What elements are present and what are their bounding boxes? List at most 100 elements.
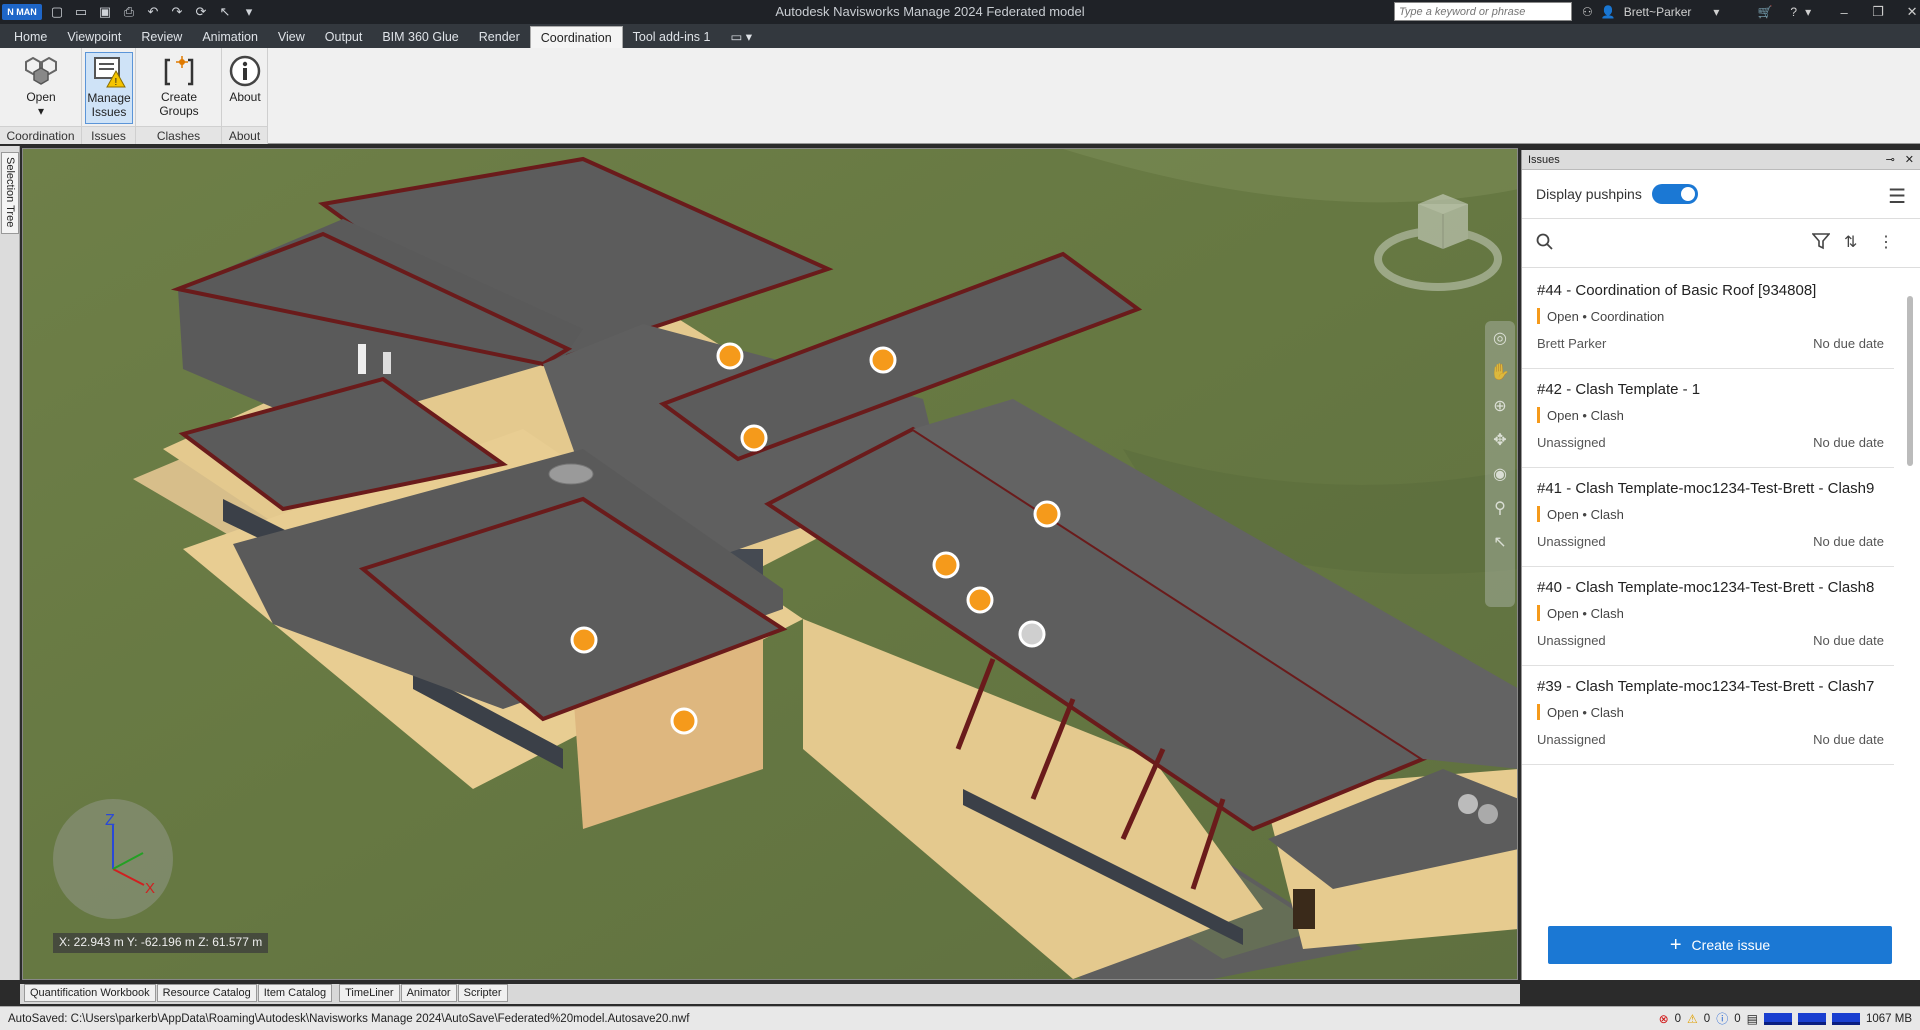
scrollbar-thumb[interactable] [1907,296,1913,466]
3d-viewport[interactable]: Z X ◎ ✋ ⊕ ✥ ◉ ⚲ ↖ X: 22.943 m Y: -62.196… [22,148,1518,980]
tab-timeliner[interactable]: TimeLiner [339,984,400,1002]
pencil-progress-icon [1763,1012,1792,1025]
tab-scripter[interactable]: Scripter [457,984,508,1002]
user-name[interactable]: Brett~Parker [1624,5,1692,19]
issue-pushpin[interactable] [966,586,994,614]
tab-review[interactable]: Review [131,26,192,48]
issue-pushpin[interactable] [670,707,698,735]
restore-button[interactable]: ❐ [1865,4,1891,20]
web-server-progress-icon [1831,1012,1860,1025]
tab-resource-catalog[interactable]: Resource Catalog [156,984,257,1002]
steering-wheel-icon[interactable]: ◎ [1485,321,1515,355]
issue-card[interactable]: #39 - Clash Template-moc1234-Test-Brett … [1522,666,1894,765]
create-groups-button[interactable]: Create Groups [140,52,218,124]
minimize-button[interactable]: – [1831,5,1857,20]
issue-card[interactable]: #41 - Clash Template-moc1234-Test-Brett … [1522,468,1894,567]
selection-tree-label: Selection Tree [4,157,16,228]
manage-issues-button[interactable]: ! Manage Issues [85,52,133,124]
warning-icon[interactable]: ⚠ [1687,1012,1698,1026]
title-right-tools: ⚇ 👤 Brett~Parker ▾ 🛒 ? ▾ – ❐ ✕ [1582,0,1920,24]
info-status-icon[interactable]: ⓘ [1716,1010,1728,1027]
tab-tool-addins[interactable]: Tool add-ins 1 [623,26,721,48]
issue-meta: Unassigned No due date [1537,534,1894,566]
tab-view[interactable]: View [268,26,315,48]
help-dropdown-icon[interactable]: ▾ [1805,5,1811,19]
issue-pushpin[interactable] [740,424,768,452]
refresh-icon[interactable]: ⟳ [192,4,210,20]
customize-dropdown-icon[interactable]: ▾ [240,4,258,20]
binoculars-icon[interactable]: ⚇ [1582,5,1593,19]
status-bar: AutoSaved: C:\Users\parkerb\AppData\Roam… [0,1006,1920,1030]
info-count: 0 [1734,1012,1741,1025]
issue-assignee: Unassigned [1537,633,1606,648]
manage-issues-icon: ! [90,53,128,91]
tab-animator[interactable]: Animator [400,984,457,1002]
issue-card[interactable]: #44 - Coordination of Basic Roof [934808… [1522,270,1894,369]
error-icon[interactable]: ⊗ [1659,1012,1669,1026]
selection-tree-tab[interactable]: Selection Tree [1,152,19,234]
issue-due-date: No due date [1813,633,1884,648]
pin-icon[interactable]: ⊸ [1886,150,1895,170]
close-window-button[interactable]: ✕ [1899,4,1920,20]
issue-card[interactable]: #42 - Clash Template - 1 Open • Clash Un… [1522,369,1894,468]
search-icon[interactable] [1536,233,1554,254]
walk-icon[interactable]: ⚲ [1485,491,1515,525]
error-count: 0 [1674,1012,1682,1025]
open-dropdown-icon[interactable]: ▾ [38,104,44,118]
help-icon[interactable]: ? [1790,5,1797,19]
issue-due-date: No due date [1813,336,1884,351]
zoom-icon[interactable]: ⊕ [1485,389,1515,423]
sheet-browser-icon[interactable]: ▤ [1747,1012,1758,1026]
issue-status: Open • Clash [1537,407,1894,423]
issue-status-text: Open • Coordination [1547,308,1665,324]
issue-status-text: Open • Clash [1547,605,1624,621]
open-button[interactable]: Open ▾ [12,52,70,124]
close-panel-icon[interactable]: ✕ [1905,150,1914,170]
tab-viewpoint[interactable]: Viewpoint [57,26,131,48]
issue-pushpin[interactable] [570,626,598,654]
display-pushpins-toggle[interactable] [1651,184,1698,204]
more-options-icon[interactable]: ⋮ [1878,232,1894,252]
tab-animation[interactable]: Animation [192,26,268,48]
redo-icon[interactable]: ↷ [168,4,186,20]
app-menu-button[interactable]: N MAN [2,4,42,20]
open-folder-icon[interactable]: ▭ [72,4,90,20]
tab-item-catalog[interactable]: Item Catalog [257,984,333,1002]
about-button[interactable]: About [224,52,266,124]
issue-pushpin-inactive[interactable] [1018,620,1046,648]
tab-coordination[interactable]: Coordination [529,26,623,48]
tab-bim360-glue[interactable]: BIM 360 Glue [372,26,468,48]
tab-quantification-workbook[interactable]: Quantification Workbook [24,984,156,1002]
issue-pushpin[interactable] [932,551,960,579]
sort-icon[interactable]: ⇅ [1844,232,1857,252]
issue-pushpin[interactable] [716,342,744,370]
tab-output[interactable]: Output [315,26,373,48]
orbit-icon[interactable]: ✥ [1485,423,1515,457]
help-search-input[interactable] [1394,2,1572,21]
hamburger-menu-icon[interactable]: ☰ [1888,184,1906,209]
look-icon[interactable]: ◉ [1485,457,1515,491]
group-label-about: About [222,126,267,144]
group-coordination: Open ▾ Coordination [0,48,82,144]
issue-meta: Unassigned No due date [1537,435,1894,467]
issue-card[interactable]: #40 - Clash Template-moc1234-Test-Brett … [1522,567,1894,666]
print-icon[interactable]: ⎙ [120,4,138,20]
pan-hand-icon[interactable]: ✋ [1485,355,1515,389]
tab-render[interactable]: Render [469,26,530,48]
issue-pushpin[interactable] [1033,500,1061,528]
select-icon[interactable]: ↖ [216,4,234,20]
new-file-icon[interactable]: ▢ [48,4,66,20]
create-issue-button[interactable]: + Create issue [1548,926,1892,964]
issues-scrollbar[interactable] [1905,286,1915,906]
user-icon[interactable]: 👤 [1601,5,1616,19]
tab-home[interactable]: Home [4,26,57,48]
undo-icon[interactable]: ↶ [144,4,162,20]
ribbon-options-icon[interactable]: ▭ ▾ [720,26,762,48]
filter-icon[interactable] [1811,232,1831,255]
navigation-bar: ◎ ✋ ⊕ ✥ ◉ ⚲ ↖ [1485,321,1515,607]
user-dropdown-icon[interactable]: ▾ [1713,5,1719,19]
save-icon[interactable]: ▣ [96,4,114,20]
cart-icon[interactable]: 🛒 [1757,5,1772,19]
issue-pushpin[interactable] [869,346,897,374]
select-arrow-icon[interactable]: ↖ [1485,525,1515,559]
